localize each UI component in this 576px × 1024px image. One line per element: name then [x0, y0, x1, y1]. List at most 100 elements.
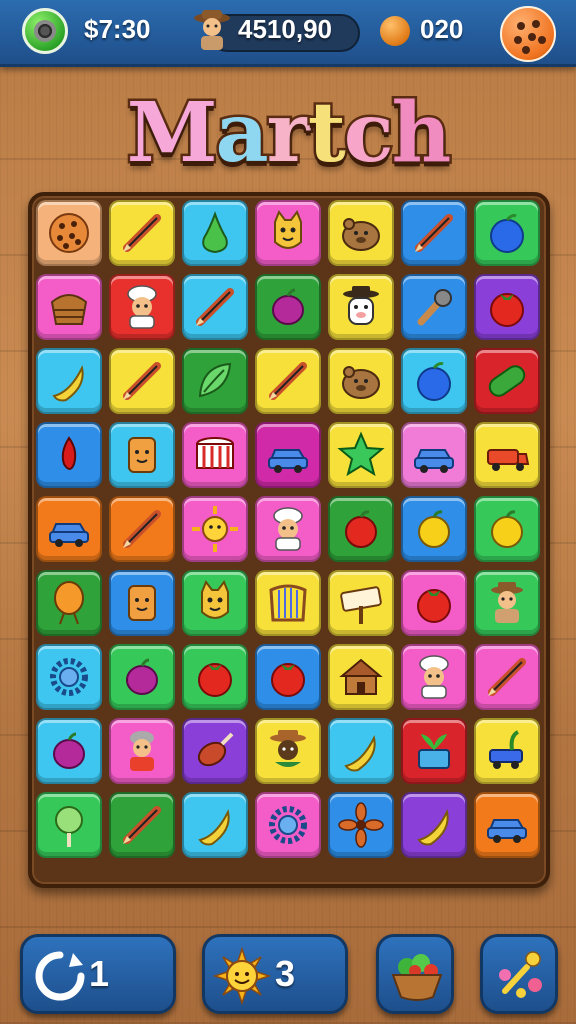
board-tile[interactable]: [109, 274, 175, 340]
sun-booster-button[interactable]: 3: [202, 934, 348, 1014]
board-tile[interactable]: [109, 718, 175, 784]
board-tile[interactable]: [109, 348, 175, 414]
score-value: 4510,90: [238, 14, 332, 44]
board-tile[interactable]: [328, 792, 394, 858]
board-tile[interactable]: [255, 718, 321, 784]
pencil-icon: [123, 214, 161, 252]
basket-icon: [50, 294, 88, 325]
salad-bowl-icon: [391, 954, 443, 1001]
board-tile[interactable]: [401, 792, 467, 858]
board-tile[interactable]: [182, 644, 248, 710]
board-tile[interactable]: [401, 644, 467, 710]
tomato-icon: [198, 663, 232, 697]
pencil-icon: [123, 510, 161, 548]
board-tile[interactable]: [474, 422, 540, 488]
board-tile[interactable]: [328, 422, 394, 488]
board-tile[interactable]: [474, 348, 540, 414]
board-tile[interactable]: [255, 274, 321, 340]
pencil-icon: [123, 362, 161, 400]
board-tile[interactable]: [182, 792, 248, 858]
plum-icon: [53, 732, 85, 769]
board-tile[interactable]: [36, 496, 102, 562]
board-tile[interactable]: [36, 200, 102, 266]
board-tile[interactable]: [36, 718, 102, 784]
board-tile[interactable]: [182, 422, 248, 488]
board-tile[interactable]: [109, 644, 175, 710]
board-tile[interactable]: [182, 348, 248, 414]
board-tile[interactable]: [328, 496, 394, 562]
board-tile[interactable]: [474, 644, 540, 710]
board-tile[interactable]: [182, 496, 248, 562]
board-tile[interactable]: [36, 348, 102, 414]
board-tile[interactable]: [255, 496, 321, 562]
board-tile[interactable]: [182, 200, 248, 266]
board-tile[interactable]: [255, 422, 321, 488]
board-tile[interactable]: [401, 422, 467, 488]
farmer-icon: [491, 582, 523, 623]
board-tile[interactable]: [36, 570, 102, 636]
cucumber-icon: [488, 365, 526, 397]
board-tile[interactable]: [109, 792, 175, 858]
board-tile[interactable]: [109, 200, 175, 266]
board-tile[interactable]: [109, 496, 175, 562]
coin-icon: [380, 16, 410, 46]
shuffle-count: 1: [89, 953, 110, 994]
board-tile[interactable]: [109, 422, 175, 488]
board-tile[interactable]: [255, 348, 321, 414]
board-tile[interactable]: [401, 496, 467, 562]
microphone-icon: [417, 289, 452, 326]
board-tile[interactable]: [474, 496, 540, 562]
board-tile[interactable]: [474, 570, 540, 636]
board-tile[interactable]: [328, 348, 394, 414]
blue-apple-icon: [490, 214, 524, 253]
board-tile[interactable]: [36, 422, 102, 488]
board-tile[interactable]: [474, 718, 540, 784]
gem-button[interactable]: [22, 8, 68, 54]
drum-icon: [196, 437, 234, 469]
chef-icon: [419, 655, 449, 699]
cart-icon: [489, 730, 523, 769]
title-letter: a: [213, 83, 271, 184]
board-tile[interactable]: [401, 570, 467, 636]
menu-button[interactable]: [500, 6, 556, 62]
board-tile[interactable]: [328, 200, 394, 266]
star-icon: [337, 431, 385, 477]
board-tile[interactable]: [474, 200, 540, 266]
car-icon: [414, 449, 454, 473]
pencil-icon: [123, 806, 161, 844]
board-tile[interactable]: [401, 718, 467, 784]
cat-icon: [201, 579, 229, 619]
salad-booster-button[interactable]: [376, 934, 454, 1014]
sun-icon: [192, 506, 238, 552]
board-tile[interactable]: [109, 570, 175, 636]
board-tile[interactable]: [255, 570, 321, 636]
cookie-icon: [49, 213, 89, 253]
board-tile[interactable]: [36, 274, 102, 340]
board-tile[interactable]: [328, 570, 394, 636]
pencil-icon: [415, 214, 453, 252]
grandma-icon: [130, 731, 154, 771]
board-tile[interactable]: [182, 570, 248, 636]
board-tile[interactable]: [328, 274, 394, 340]
board-tile[interactable]: [328, 718, 394, 784]
board-tile[interactable]: [328, 644, 394, 710]
magic-wand-button[interactable]: [480, 934, 558, 1014]
board-tile[interactable]: [36, 644, 102, 710]
board-tile[interactable]: [36, 792, 102, 858]
board-tile[interactable]: [474, 274, 540, 340]
board-tile[interactable]: [401, 274, 467, 340]
plum-icon: [272, 288, 304, 325]
board-tile[interactable]: [182, 274, 248, 340]
shuffle-booster-button[interactable]: 1: [20, 934, 176, 1014]
board-tile[interactable]: [255, 200, 321, 266]
tomato-icon: [271, 663, 305, 697]
house-icon: [339, 658, 383, 695]
board-tile[interactable]: [255, 644, 321, 710]
board-tile[interactable]: [401, 200, 467, 266]
pencil-icon: [196, 288, 234, 326]
board-tile[interactable]: [255, 792, 321, 858]
board-tile[interactable]: [401, 348, 467, 414]
board-tile[interactable]: [182, 718, 248, 784]
board-tile[interactable]: [474, 792, 540, 858]
title-letter: r: [264, 83, 312, 184]
